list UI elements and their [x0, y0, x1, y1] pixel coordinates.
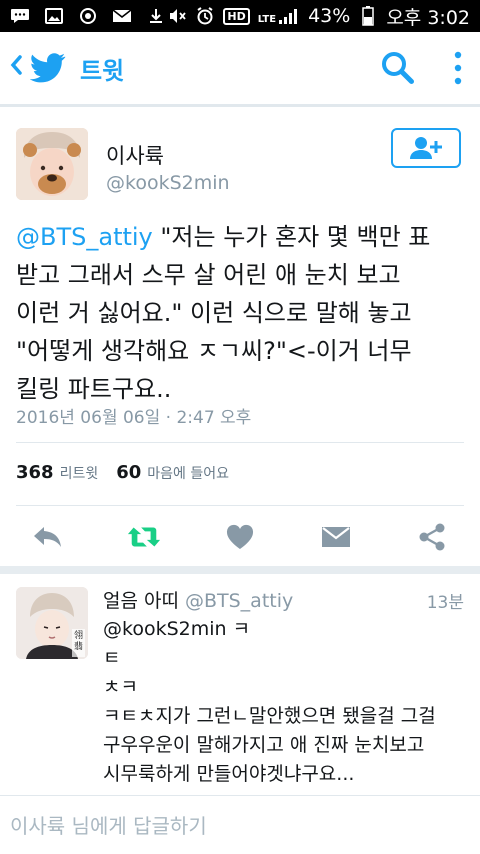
author-name[interactable]: 이사륙 [106, 140, 164, 170]
tweet-text-line: 받고 그래서 스무 살 어린 애 눈치 보고 [16, 261, 401, 289]
message-icon [10, 8, 30, 24]
reply-composer[interactable]: 이사륙 님에게 답글하기 [0, 795, 480, 854]
chevron-left-icon [10, 55, 22, 75]
reply-avatar-text: 翎翡 [74, 631, 84, 652]
reply-button[interactable] [31, 522, 65, 552]
search-icon [382, 52, 414, 84]
like-button[interactable] [223, 522, 257, 552]
hd-icon: HD [223, 7, 250, 25]
mention-link[interactable]: @BTS_attiy [16, 223, 153, 251]
battery-percent: 43% [308, 5, 351, 27]
tweet-actions [0, 512, 480, 562]
system-status: HD LTE 43% 오후 3:02 [167, 3, 480, 30]
twitter-bird-icon [30, 53, 66, 83]
tweet-timestamp: 2016년 06월 06일 · 2:47 오후 [16, 408, 252, 428]
reply-header: 얼음 아띠 @BTS_attiy [103, 586, 293, 613]
retweet-count[interactable]: 368 [16, 462, 54, 483]
mail-icon [112, 8, 132, 24]
share-icon [419, 523, 445, 551]
direct-message-button[interactable] [319, 522, 353, 552]
page-title: 트윗 [80, 56, 125, 85]
author-handle[interactable]: @kookS2min [106, 172, 230, 194]
alarm-icon [195, 7, 215, 25]
retweet-label[interactable]: 리트윗 [60, 463, 99, 483]
notification-icons [0, 8, 166, 24]
reply-time: 13분 [426, 593, 464, 613]
tweet-text-line: 킬링 파트구요.. [16, 375, 172, 403]
retweet-button[interactable] [127, 522, 161, 552]
mute-icon [167, 8, 187, 24]
lte-label: LTE [257, 14, 277, 25]
battery-icon [358, 6, 378, 26]
heart-icon [226, 524, 254, 549]
lte-signal-icon: LTE [258, 7, 300, 25]
follow-button[interactable] [391, 128, 461, 168]
clock: 오후 3:02 [386, 6, 470, 29]
reply-text: @kookS2min ㅋ ㅌ ㅊㅋ ㅋㅌㅊ지가 그런ㄴ말안했으면 됐을걸 그걸 … [103, 615, 463, 789]
reply-line: ㅋㅌㅊ지가 그런ㄴ말안했으면 됐을걸 그걸 [103, 705, 436, 727]
more-options-button[interactable] [446, 48, 470, 88]
reply-author-name[interactable]: 얼음 아띠 [103, 590, 179, 612]
author-avatar-image [16, 128, 88, 200]
share-button[interactable] [415, 522, 449, 552]
tweet-stats: 368 리트윗 60 마음에 들어요 [16, 462, 247, 483]
gallery-icon [44, 8, 64, 24]
like-label[interactable]: 마음에 들어요 [147, 463, 229, 483]
tweet-text-line: "어떻게 생각해요 ㅈㄱ씨?"<-이거 너무 [16, 337, 412, 365]
reply-input-placeholder[interactable]: 이사륙 님에게 답글하기 [10, 810, 207, 839]
divider [16, 505, 464, 506]
tweet-text-line: 이런 거 싫어요." 이런 식으로 말해 놓고 [16, 299, 412, 327]
author-avatar[interactable] [16, 128, 88, 200]
back-button[interactable] [4, 53, 28, 83]
status-bar: HD LTE 43% 오후 3:02 [0, 0, 480, 32]
app-bar: 트윗 [0, 32, 480, 107]
reply-icon [34, 527, 61, 547]
reply-author-handle[interactable]: @BTS_attiy [185, 590, 293, 612]
retweet-icon [127, 527, 161, 547]
mail-icon [322, 527, 350, 547]
reply-line: 구우우운이 말해가지고 애 진짜 눈치보고 [103, 734, 425, 756]
download-icon [146, 8, 166, 24]
search-button[interactable] [380, 50, 416, 86]
divider [16, 442, 464, 443]
sync-icon [78, 8, 98, 24]
add-user-icon [410, 137, 442, 159]
reply-line: ㅊㅋ [103, 676, 138, 698]
section-divider [0, 566, 480, 574]
reply-line: @kookS2min ㅋ [103, 618, 251, 640]
reply-line: ㅌ [103, 647, 121, 669]
tweet-text: @BTS_attiy "저는 누가 혼자 몇 백만 표받고 그래서 스무 살 어… [16, 218, 464, 408]
reply-line: 시무룩하게 만들어야겟냐구요... [103, 763, 355, 785]
like-count[interactable]: 60 [116, 462, 141, 483]
reply-avatar[interactable]: 翎翡 [16, 587, 88, 659]
tweet-text-line: "저는 누가 혼자 몇 백만 표 [152, 223, 431, 251]
more-vertical-icon [454, 51, 462, 85]
tweet-author: 이사륙 @kookS2min [16, 128, 464, 202]
